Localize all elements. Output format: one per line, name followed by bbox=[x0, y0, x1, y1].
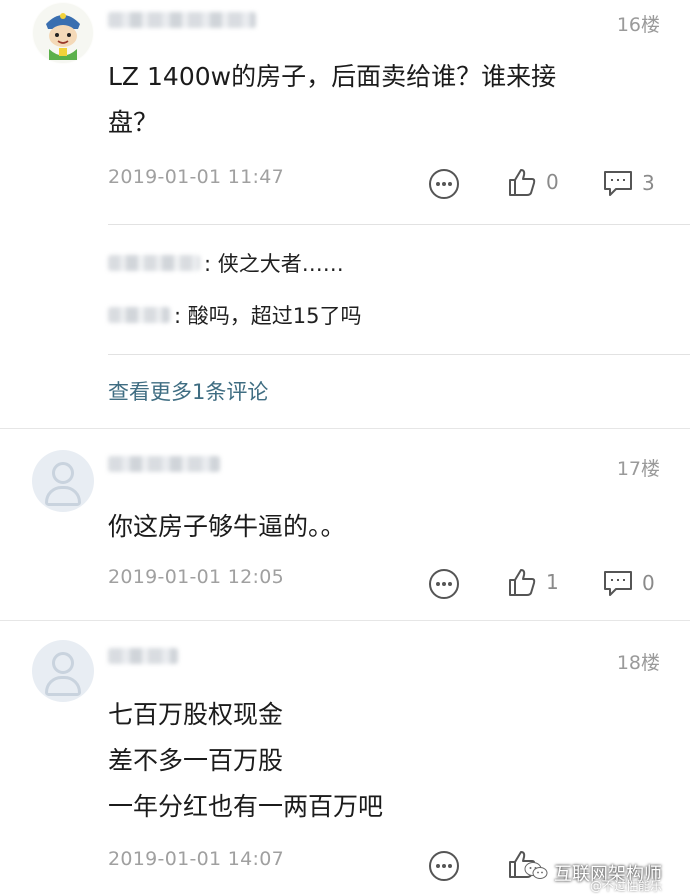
avatar-body-shape bbox=[45, 676, 81, 696]
post-divider bbox=[0, 428, 690, 429]
reply-item[interactable]: : 侠之大者…… bbox=[108, 248, 344, 278]
reply-text: : 侠之大者…… bbox=[204, 252, 344, 276]
reply-divider bbox=[108, 224, 690, 225]
username-blurred[interactable] bbox=[108, 12, 256, 28]
source-watermark: 互联网架构师 @不过性能乐 bbox=[524, 860, 662, 893]
watermark-subtext: @不过性能乐 bbox=[589, 879, 662, 893]
avatar-head-shape bbox=[52, 462, 74, 484]
more-dots-icon bbox=[428, 568, 460, 600]
comment-text: 你这房子够牛逼的。。 bbox=[108, 512, 346, 541]
comment-count: 0 bbox=[642, 571, 655, 595]
like-count: 0 bbox=[546, 170, 559, 194]
view-more-replies-link[interactable]: 查看更多1条评论 bbox=[108, 376, 268, 406]
comment-date: 2019-01-01 11:47 bbox=[108, 166, 285, 188]
like-button[interactable]: 0 bbox=[506, 166, 559, 198]
comment-text: LZ 1400w的房子，后面卖给谁？谁来接 盘？ bbox=[108, 62, 557, 137]
like-button[interactable]: 1 bbox=[506, 566, 559, 598]
more-button[interactable] bbox=[428, 568, 460, 600]
comment-date: 2019-01-01 12:05 bbox=[108, 566, 285, 588]
more-dots-icon bbox=[428, 168, 460, 200]
wechat-icon bbox=[524, 861, 548, 886]
reply-username-blurred[interactable] bbox=[108, 307, 170, 323]
post-divider bbox=[0, 620, 690, 621]
username-blurred[interactable] bbox=[108, 648, 178, 664]
comment-button[interactable]: 3 bbox=[602, 168, 655, 198]
avatar-head-shape bbox=[52, 652, 74, 674]
comment-text: 七百万股权现金 差不多一百万股 一年分红也有一两百万吧 bbox=[108, 700, 384, 821]
user-avatar[interactable] bbox=[32, 450, 94, 512]
more-button[interactable] bbox=[428, 168, 460, 200]
like-count: 1 bbox=[546, 570, 559, 594]
comment-date: 2019-01-01 14:07 bbox=[108, 848, 285, 870]
reply-divider bbox=[108, 354, 690, 355]
user-avatar[interactable] bbox=[32, 640, 94, 702]
floor-number: 18楼 bbox=[616, 652, 660, 674]
comment-bubble-icon bbox=[602, 168, 634, 198]
more-button[interactable] bbox=[428, 850, 460, 882]
floor-number: 17楼 bbox=[616, 458, 660, 480]
reply-item[interactable]: : 酸吗，超过15了吗 bbox=[108, 300, 361, 330]
more-dots-icon bbox=[428, 850, 460, 882]
comment-bubble-icon bbox=[602, 568, 634, 598]
reply-username-blurred[interactable] bbox=[108, 255, 200, 271]
thumbs-up-icon bbox=[506, 566, 538, 598]
thumbs-up-icon bbox=[506, 166, 538, 198]
comment-count: 3 bbox=[642, 171, 655, 195]
username-blurred[interactable] bbox=[108, 456, 220, 472]
avatar-body-shape bbox=[45, 486, 81, 506]
floor-number: 16楼 bbox=[616, 14, 660, 36]
user-avatar[interactable] bbox=[32, 2, 94, 64]
reply-text: : 酸吗，超过15了吗 bbox=[174, 304, 362, 328]
comment-button[interactable]: 0 bbox=[602, 568, 655, 598]
